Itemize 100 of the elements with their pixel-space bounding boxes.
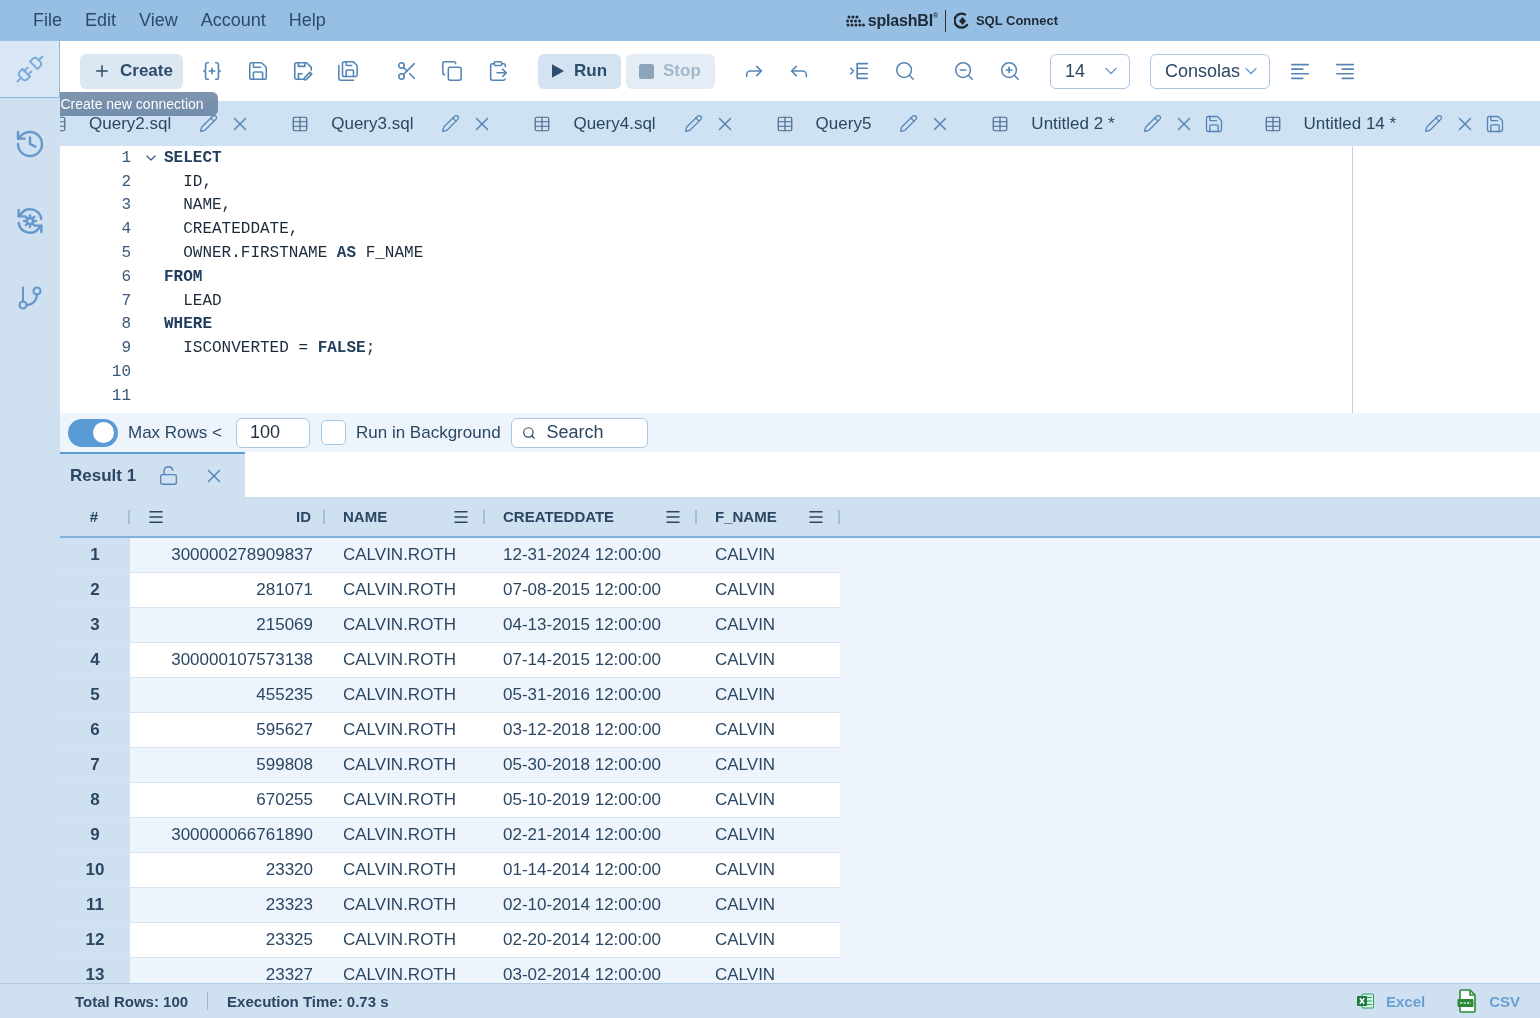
rename-button[interactable] (899, 114, 919, 133)
column-header[interactable]: NAME (343, 508, 388, 525)
table-cell-text: 23325 (264, 929, 314, 951)
table-cell-text: 281071 (255, 579, 314, 601)
row-number: 6 (60, 713, 130, 747)
spreadsheet-icon (1356, 993, 1374, 1009)
column-header[interactable]: CREATEDDATE (503, 508, 615, 525)
tab-label[interactable]: Query3.sql (331, 113, 414, 134)
tab-label[interactable]: Result 1 (70, 465, 137, 486)
table-cell-text: CALVIN (714, 824, 777, 846)
code-line: NAME, (183, 196, 232, 215)
zoom-in-button[interactable] (999, 60, 1021, 82)
max-rows-label: Max Rows < (128, 422, 222, 443)
tab-label[interactable]: Query4.sql (573, 113, 656, 134)
row-number: 5 (60, 678, 130, 712)
search-field[interactable]: Search (510, 417, 648, 448)
code-line: OWNER.FIRSTNAME AS F_NAME (183, 244, 424, 263)
rename-button[interactable] (441, 114, 461, 133)
run-button[interactable]: Run (538, 53, 621, 89)
menu-item[interactable]: File (33, 10, 62, 31)
menu-item[interactable]: Help (288, 10, 326, 31)
table-cell-text: CALVIN.ROTH (342, 789, 458, 811)
table-cell-text: CALVIN (714, 929, 777, 951)
table-cell-text: CALVIN (714, 579, 777, 601)
column-header: # (89, 508, 99, 525)
search-icon (894, 60, 916, 82)
rename-button[interactable] (1142, 114, 1162, 133)
scissors-icon (396, 60, 418, 82)
table-cell-text: 670255 (255, 789, 314, 811)
rename-button[interactable] (683, 114, 703, 133)
table-cell-text: 07-08-2015 12:00:00 (502, 579, 662, 601)
table-cell-text: 12-31-2024 12:00:00 (502, 544, 662, 566)
code-line: FROM (164, 267, 203, 286)
table-cell-text: CALVIN.ROTH (342, 614, 458, 636)
insert-snippet-button[interactable] (201, 60, 223, 82)
code-line: SELECT (164, 148, 222, 167)
column-header[interactable]: ID (296, 508, 311, 525)
row-number: 4 (60, 643, 130, 677)
table-cell-text: 23320 (264, 859, 314, 881)
zoom-out-button[interactable] (953, 60, 975, 82)
pencil-icon (441, 114, 461, 133)
table-cell-text: 03-12-2018 12:00:00 (502, 719, 662, 741)
tab-label[interactable]: Query2.sql (89, 113, 172, 134)
create-button[interactable]: Create (80, 53, 183, 89)
menu-item[interactable]: Account (200, 10, 266, 31)
checkbox[interactable] (321, 420, 346, 445)
table-cell-text: CALVIN.ROTH (342, 964, 458, 983)
table-cell-text: CALVIN (714, 719, 777, 741)
format-button[interactable] (848, 60, 870, 82)
toggle-switch[interactable] (68, 418, 118, 447)
tab-label[interactable]: Untitled 14 * (1303, 113, 1397, 134)
zoom-out-icon (953, 60, 975, 82)
save-button[interactable] (1203, 113, 1224, 134)
save-button[interactable] (247, 60, 269, 82)
tab-label[interactable]: Untitled 2 * (1031, 113, 1115, 134)
pencil-icon (1424, 114, 1444, 133)
table-cell-text: CALVIN (714, 789, 777, 811)
font-family-select[interactable]: Consolas (1150, 53, 1270, 89)
copy-button[interactable] (441, 60, 463, 82)
menu-item[interactable]: View (139, 10, 178, 31)
row-number: 12 (60, 923, 130, 957)
table-cell-text: CALVIN.ROTH (342, 859, 458, 881)
pencil-icon (899, 114, 919, 133)
table-icon (291, 114, 310, 133)
table-cell-text: 02-21-2014 12:00:00 (502, 824, 662, 846)
line-number: 4 (121, 220, 131, 239)
paste-button[interactable] (487, 60, 509, 82)
max-rows-input[interactable]: 100 (236, 417, 310, 448)
copy-icon (441, 60, 463, 82)
lock-button[interactable] (158, 465, 180, 486)
table-cell-text: 02-10-2014 12:00:00 (502, 894, 662, 916)
menu-item[interactable]: Edit (85, 10, 117, 31)
csv-file-icon (1457, 989, 1478, 1013)
table-cell-text: CALVIN.ROTH (342, 824, 458, 846)
result-tab[interactable]: Result 1 (60, 452, 245, 497)
row-number: 9 (60, 818, 130, 852)
table-cell-text: CALVIN (714, 649, 777, 671)
table-cell-text: CALVIN.ROTH (342, 649, 458, 671)
line-number: 5 (121, 244, 131, 263)
rename-button[interactable] (199, 114, 219, 133)
save-icon (247, 60, 269, 82)
find-button[interactable] (894, 60, 916, 82)
save-as-button[interactable] (292, 60, 314, 82)
total-rows-text: Total Rows: 100 (75, 992, 189, 1010)
rename-button[interactable] (1424, 114, 1444, 133)
font-size-select[interactable]: 14 (1050, 53, 1130, 89)
line-number: 2 (121, 172, 131, 191)
save-all-button[interactable] (337, 60, 359, 82)
line-number: 10 (111, 363, 131, 382)
cut-button[interactable] (396, 60, 418, 82)
table-cell-text: CALVIN.ROTH (342, 684, 458, 706)
sidebar-button[interactable] (0, 41, 60, 98)
indent-icon (848, 60, 870, 82)
save-all-icon (337, 60, 359, 82)
code-line: WHERE (164, 315, 212, 334)
table-cell-text: 599808 (255, 754, 314, 776)
save-button[interactable] (1485, 113, 1506, 134)
tab-label[interactable]: Query5 (815, 113, 872, 134)
table-cell-text: 455235 (255, 684, 314, 706)
column-header[interactable]: F_NAME (715, 508, 777, 525)
